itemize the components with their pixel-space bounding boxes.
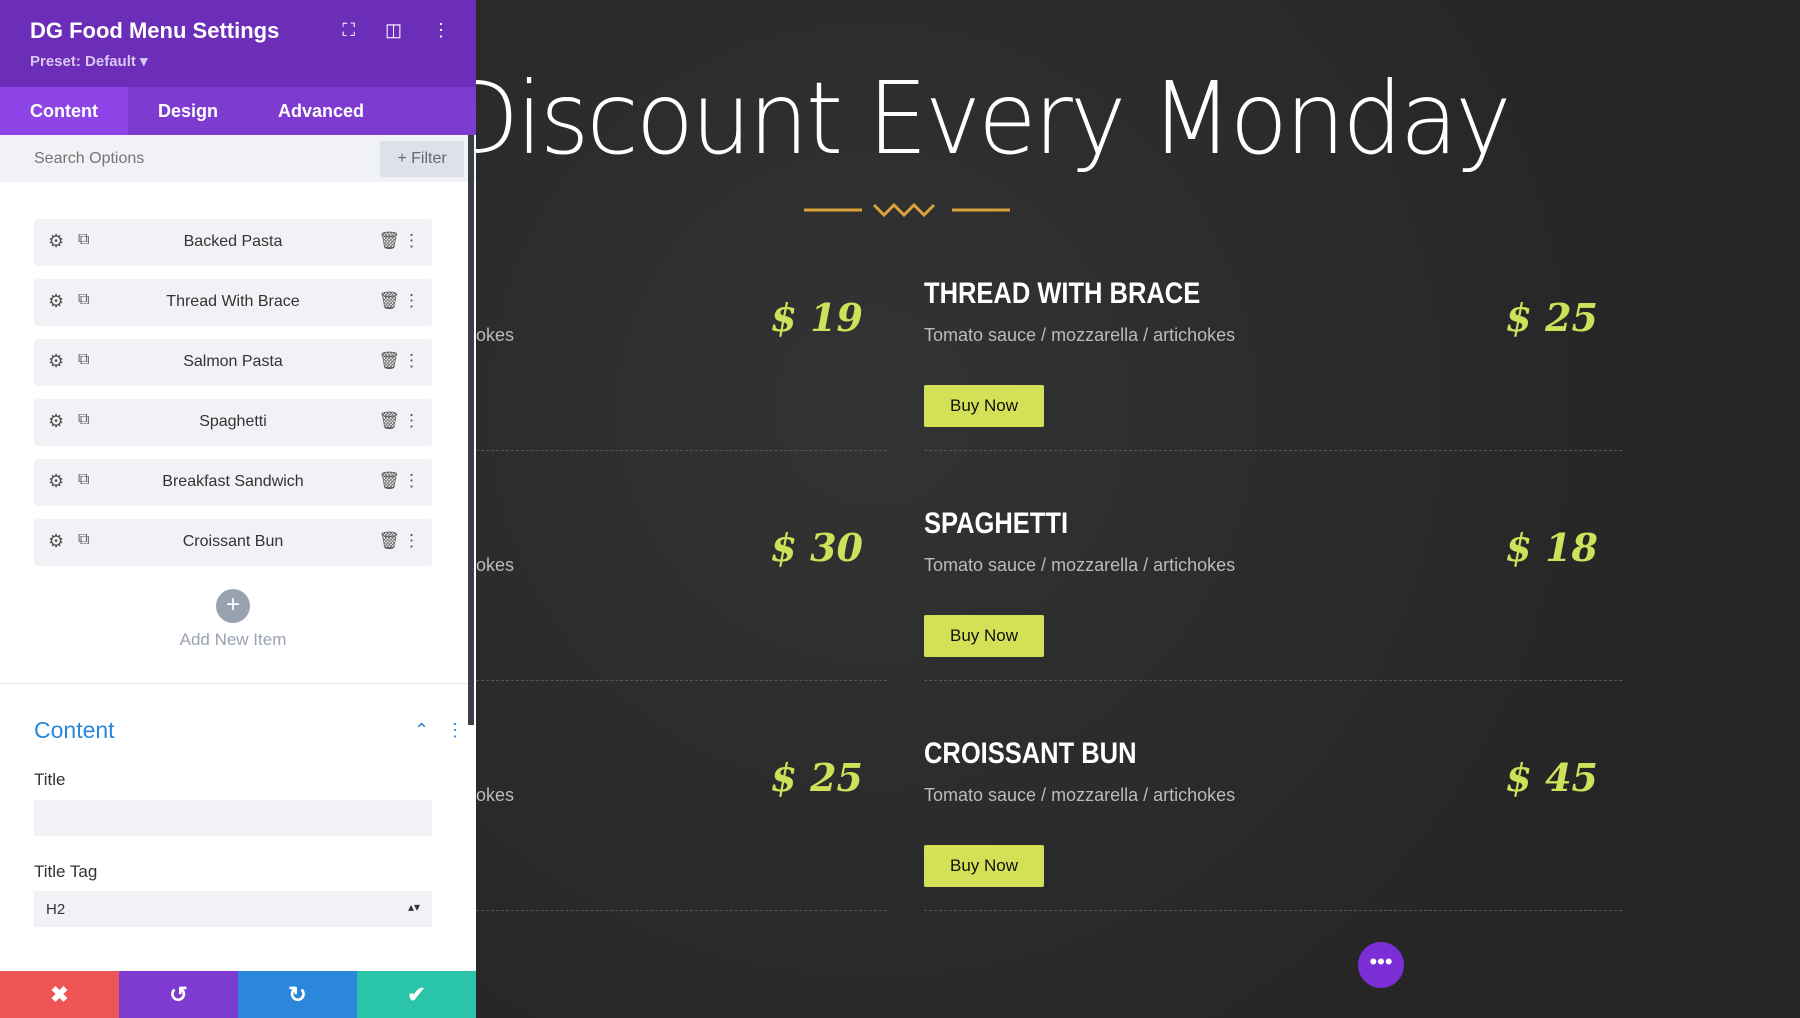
item-description: Tomato sauce / mozzarella / artichokes <box>924 325 1236 345</box>
item-label: Backed Pasta <box>183 233 283 250</box>
list-item[interactable]: ⚙ ⧉ Backed Pasta 🗑 ⋮ <box>34 219 432 266</box>
hero-heading: Discount Every Monday <box>476 60 1511 177</box>
item-price: $ 25 <box>770 755 863 800</box>
item-description: okes <box>476 785 515 805</box>
list-item[interactable]: ⚙ ⧉ Thread With Brace 🗑 ⋮ <box>34 279 432 326</box>
list-item[interactable]: ⚙ ⧉ Breakfast Sandwich 🗑 ⋮ <box>34 459 432 506</box>
item-description: Tomato sauce / mozzarella / artichokes <box>924 785 1236 805</box>
menu-item-left: okes $ 25 <box>476 685 887 911</box>
title-tag-value: H2 <box>46 901 66 918</box>
trash-icon[interactable]: 🗑 <box>378 471 400 491</box>
item-description: Tomato sauce / mozzarella / artichokes <box>924 555 1236 575</box>
menu-item: SPAGHETTI Tomato sauce / mozzarella / ar… <box>924 455 1622 681</box>
title-label: Title <box>34 770 66 789</box>
item-menu-icon[interactable]: ⋮ <box>403 471 420 491</box>
chevron-up-icon[interactable]: ⌃ <box>414 720 429 741</box>
buy-now-button[interactable]: Buy Now <box>924 385 1044 427</box>
trash-icon[interactable]: 🗑 <box>378 351 400 371</box>
redo-button[interactable]: ↻ <box>238 971 357 1018</box>
decorative-divider <box>804 203 1010 217</box>
item-menu-icon[interactable]: ⋮ <box>403 411 420 431</box>
menu-item: THREAD WITH BRACE Tomato sauce / mozzare… <box>924 225 1622 451</box>
item-price: $ 30 <box>770 525 863 570</box>
list-item[interactable]: ⚙ ⧉ Salmon Pasta 🗑 ⋮ <box>34 339 432 386</box>
item-menu-icon[interactable]: ⋮ <box>403 231 420 251</box>
action-bar: ✖ ↺ ↻ ✔ <box>0 971 476 1018</box>
trash-icon[interactable]: 🗑 <box>378 291 400 311</box>
tab-bar: Content Design Advanced <box>0 87 476 135</box>
list-item[interactable]: ⚙ ⧉ Spaghetti 🗑 ⋮ <box>34 399 432 446</box>
title-tag-label: Title Tag <box>34 862 98 881</box>
panel-header: DG Food Menu Settings Preset: Default ▾ … <box>0 0 476 87</box>
trash-icon[interactable]: 🗑 <box>378 531 400 551</box>
item-label: Breakfast Sandwich <box>162 473 304 490</box>
add-item-button[interactable]: + <box>216 589 250 623</box>
item-menu-icon[interactable]: ⋮ <box>403 351 420 371</box>
buy-now-button[interactable]: Buy Now <box>924 615 1044 657</box>
layout-icon[interactable]: ◫ <box>385 20 402 41</box>
menu-item-left: okes $ 19 <box>476 225 887 451</box>
item-label: Croissant Bun <box>182 533 284 550</box>
item-label: Spaghetti <box>199 413 267 430</box>
item-title: THREAD WITH BRACE <box>924 277 1201 310</box>
more-options-button[interactable]: ••• <box>1358 942 1404 988</box>
search-bar: + Filter <box>0 135 476 182</box>
buy-now-button[interactable]: Buy Now <box>924 845 1044 887</box>
tab-content[interactable]: Content <box>0 87 128 135</box>
section-heading[interactable]: Content <box>34 717 115 744</box>
item-price: $ 45 <box>1505 755 1598 800</box>
tab-advanced[interactable]: Advanced <box>248 87 394 135</box>
save-button[interactable]: ✔ <box>357 971 476 1018</box>
undo-button[interactable]: ↺ <box>119 971 238 1018</box>
menu-item: CROISSANT BUN Tomato sauce / mozzarella … <box>924 685 1622 911</box>
item-title: CROISSANT BUN <box>924 737 1137 770</box>
divider <box>0 683 468 684</box>
kebab-menu-icon[interactable]: ⋮ <box>432 20 450 41</box>
item-label: Thread With Brace <box>166 293 300 310</box>
section-menu-icon[interactable]: ⋮ <box>446 720 464 741</box>
item-menu-icon[interactable]: ⋮ <box>403 291 420 311</box>
list-item[interactable]: ⚙ ⧉ Croissant Bun 🗑 ⋮ <box>34 519 432 566</box>
item-price: $ 19 <box>770 295 863 340</box>
filter-button[interactable]: + Filter <box>380 141 464 177</box>
title-input[interactable] <box>34 800 432 836</box>
item-label: Salmon Pasta <box>183 353 283 370</box>
search-input[interactable] <box>0 135 370 182</box>
item-description: okes <box>476 555 515 575</box>
trash-icon[interactable]: 🗑 <box>378 411 400 431</box>
settings-panel: DG Food Menu Settings Preset: Default ▾ … <box>0 0 476 1018</box>
menu-item-left: okes $ 30 <box>476 455 887 681</box>
select-arrows-icon: ▴▾ <box>407 900 420 914</box>
item-menu-icon[interactable]: ⋮ <box>403 531 420 551</box>
panel-scrollbar[interactable] <box>468 135 474 725</box>
trash-icon[interactable]: 🗑 <box>378 231 400 251</box>
page-canvas: Discount Every Monday okes $ 19 THREAD W… <box>476 0 1800 1018</box>
title-tag-select[interactable]: H2 ▴▾ <box>34 891 432 927</box>
cancel-button[interactable]: ✖ <box>0 971 119 1018</box>
item-description: okes <box>476 325 515 345</box>
add-item-label[interactable]: Add New Item <box>0 630 466 650</box>
item-price: $ 18 <box>1505 525 1598 570</box>
item-price: $ 25 <box>1505 295 1598 340</box>
preset-dropdown[interactable]: Preset: Default ▾ <box>30 52 446 70</box>
tab-design[interactable]: Design <box>128 87 248 135</box>
fullscreen-icon[interactable]: ⛶ <box>342 20 355 41</box>
item-title: SPAGHETTI <box>924 507 1069 540</box>
